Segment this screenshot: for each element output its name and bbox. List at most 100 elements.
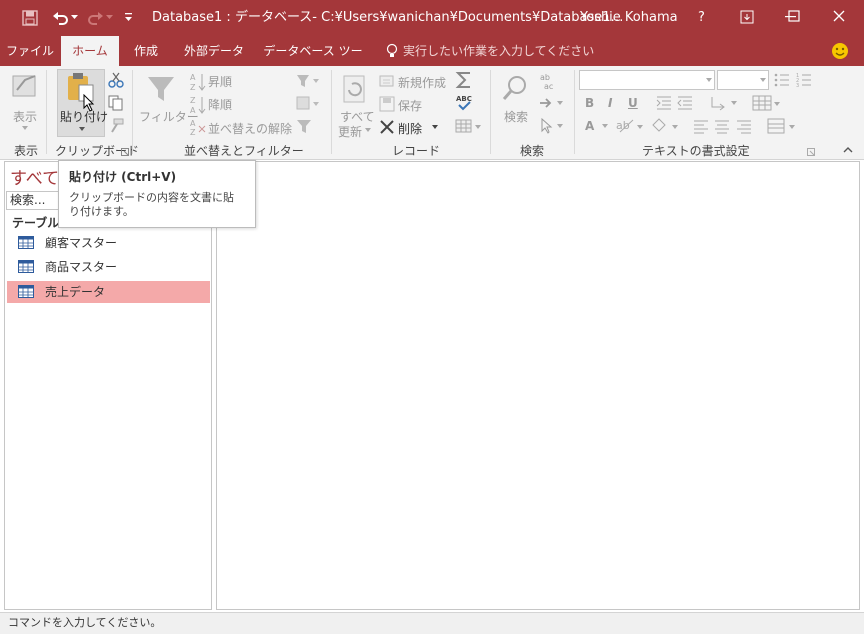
numbering-icon[interactable]: 123 [796, 72, 812, 88]
refresh-dropdown-icon[interactable] [365, 128, 371, 132]
svg-text:A: A [190, 73, 196, 82]
help-button[interactable]: ? [698, 9, 705, 27]
nav-item-customer-master[interactable]: 顧客マスター [7, 232, 210, 254]
tooltip-body: クリップボードの内容を文書に貼り付けます。 [69, 191, 234, 218]
user-name[interactable]: Yoshie Kohama [580, 9, 678, 27]
italic-button[interactable]: I [608, 96, 612, 110]
tab-home[interactable]: ホーム [61, 36, 119, 66]
sort-descending-button[interactable]: 降順 [208, 96, 232, 113]
refresh-all-icon[interactable] [340, 74, 370, 104]
lightbulb-icon [386, 43, 398, 57]
sort-descending-icon: ZA [190, 96, 206, 115]
nav-item-label: 商品マスター [45, 260, 118, 274]
tab-create[interactable]: 作成 [124, 36, 168, 66]
find-button[interactable]: 検索 [504, 108, 528, 125]
paste-dropdown-icon[interactable] [79, 127, 85, 131]
smiley-feedback-icon[interactable] [831, 42, 849, 60]
close-icon[interactable] [833, 10, 845, 22]
nav-item-label: 売上データ [45, 285, 106, 299]
alignment-icons[interactable] [693, 118, 753, 134]
new-record-button[interactable]: 新規作成 [398, 74, 446, 91]
tell-me-search[interactable]: 実行したい作業を入力してください [403, 36, 594, 66]
highlight-icon[interactable]: ab [615, 117, 645, 135]
delete-button[interactable]: 削除 [398, 120, 422, 137]
nav-search-input[interactable]: 検索... [6, 191, 66, 210]
font-size-dropdown-icon[interactable] [760, 78, 766, 82]
nav-pane-title[interactable]: すべて [10, 164, 59, 189]
table-icon [18, 236, 34, 249]
view-icon[interactable] [11, 72, 41, 100]
group-label-records: レコード [392, 144, 441, 158]
nav-item-product-master[interactable]: 商品マスター [7, 256, 210, 278]
ribbon: 表示 表示 貼り付け クリップボード フィルター AZ 昇順 ZA 降順 AZ [0, 66, 864, 160]
more-records-icon[interactable] [455, 117, 483, 135]
ribbon-tab-bar: ファイル ホーム 作成 外部データ データベース ツール 実行したい作業を入力し… [0, 36, 864, 88]
view-dropdown-icon[interactable] [22, 126, 28, 130]
window-title: Database1 : データベース- C:¥Users¥wanichan¥Do… [152, 10, 624, 25]
undo-dropdown-icon[interactable] [71, 15, 78, 20]
group-separator [46, 70, 47, 154]
font-color-button[interactable]: A [585, 119, 594, 133]
redo-icon[interactable] [86, 10, 104, 26]
cut-icon[interactable] [108, 72, 124, 88]
status-bar: コマンドを入力してください。 [0, 612, 864, 634]
underline-button[interactable]: U [628, 96, 638, 110]
select-icon[interactable] [539, 118, 565, 134]
toggle-filter-icon[interactable] [296, 118, 312, 134]
filter-icon[interactable] [146, 74, 176, 104]
tab-file[interactable]: ファイル [4, 36, 56, 66]
undo-icon[interactable] [52, 10, 70, 26]
tab-external-data[interactable]: 外部データ [178, 36, 250, 66]
customize-qat-icon[interactable] [124, 11, 133, 23]
tab-database-tools[interactable]: データベース ツール [258, 36, 368, 88]
sort-ascending-button[interactable]: 昇順 [208, 73, 232, 90]
go-to-icon[interactable] [539, 95, 565, 111]
selection-filter-icon[interactable] [296, 73, 322, 89]
replace-icon[interactable]: abac [539, 72, 557, 90]
save-icon[interactable] [22, 10, 38, 26]
totals-icon[interactable] [455, 71, 473, 89]
font-name-combo[interactable] [579, 70, 715, 90]
fill-color-icon[interactable] [650, 117, 680, 135]
paste-label: 貼り付け [60, 110, 109, 124]
remove-sort-icon: AZ [190, 119, 206, 136]
nav-item-label: 顧客マスター [45, 236, 118, 250]
font-name-dropdown-icon[interactable] [706, 78, 712, 82]
view-button[interactable]: 表示 [13, 108, 37, 125]
redo-dropdown-icon[interactable] [106, 15, 113, 20]
save-record-icon [379, 96, 395, 112]
svg-text:Z: Z [190, 128, 196, 136]
format-painter-icon[interactable] [108, 118, 124, 134]
nav-section-tables[interactable]: テーブル [12, 214, 59, 231]
group-separator [132, 70, 133, 154]
group-separator [490, 70, 491, 154]
svg-text:3: 3 [796, 83, 799, 88]
svg-text:ab: ab [540, 73, 550, 82]
clipboard-dialog-launcher-icon[interactable] [121, 148, 129, 156]
bold-button[interactable]: B [585, 96, 594, 110]
nav-item-sales-data[interactable]: 売上データ [7, 281, 210, 303]
font-size-combo[interactable] [717, 70, 769, 90]
group-separator [331, 70, 332, 154]
svg-text:A: A [190, 106, 196, 115]
maximize-icon[interactable] [788, 10, 800, 22]
font-color-dropdown-icon[interactable] [602, 124, 608, 128]
save-record-button[interactable]: 保存 [398, 97, 422, 114]
text-formatting-dialog-launcher-icon[interactable] [807, 148, 815, 156]
delete-dropdown-icon[interactable] [432, 125, 438, 129]
indent-icons[interactable] [656, 95, 696, 111]
paste-tooltip: 貼り付け (Ctrl+V) クリップボードの内容を文書に貼り付けます。 [58, 160, 256, 228]
group-label-view: 表示 [14, 144, 39, 158]
advanced-filter-icon[interactable] [296, 96, 322, 112]
alternate-row-color-icon[interactable] [767, 117, 797, 135]
gridlines-icon[interactable] [752, 94, 782, 112]
refresh-all-label-2[interactable]: 更新 [338, 123, 362, 140]
paragraph-direction-icon[interactable] [710, 95, 740, 111]
find-icon[interactable] [502, 74, 530, 102]
spelling-icon[interactable]: ABC [455, 94, 473, 112]
copy-icon[interactable] [108, 95, 124, 111]
remove-sort-button[interactable]: 並べ替えの解除 [208, 120, 292, 137]
bullets-icon[interactable] [774, 72, 790, 88]
collapse-ribbon-icon[interactable] [843, 146, 853, 153]
ribbon-display-options-icon[interactable] [740, 10, 754, 24]
